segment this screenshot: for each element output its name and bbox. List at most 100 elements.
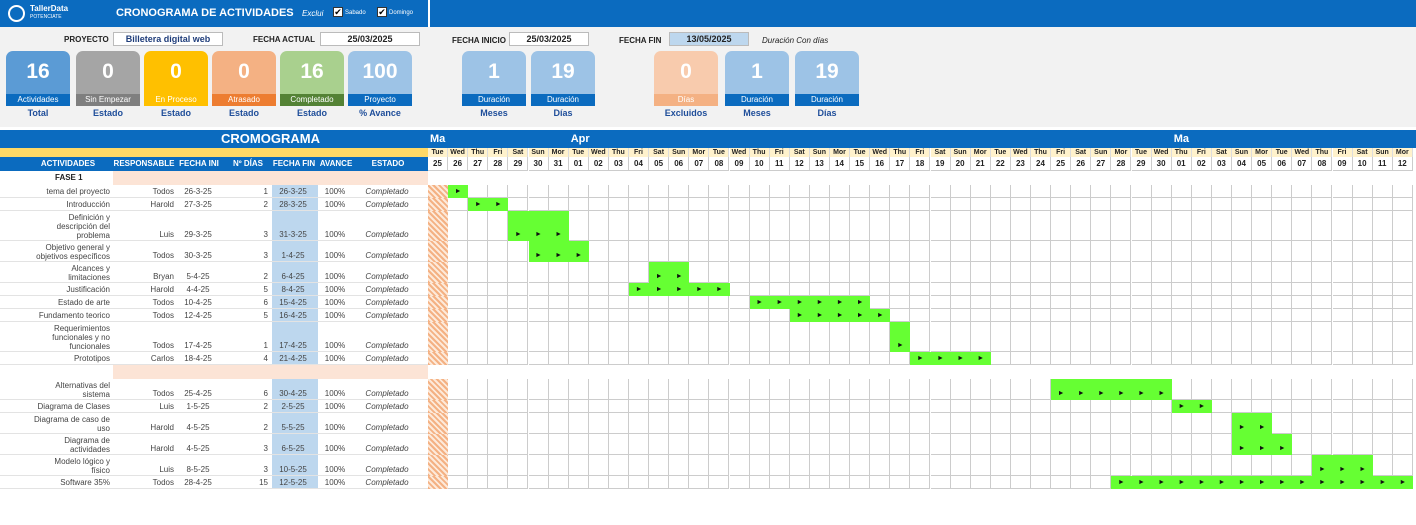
- grid-cell: [1211, 400, 1232, 413]
- stat-label: Proyecto: [348, 94, 412, 106]
- weekday-label: Wed: [588, 148, 609, 157]
- project-name-field[interactable]: Billetera digital web: [113, 32, 223, 46]
- grid-cell: [1071, 185, 1092, 198]
- task-bar[interactable]: ► ► ► ► ► ►: [1051, 379, 1172, 400]
- grid-cell: [890, 413, 911, 434]
- saturday-checkbox[interactable]: ✔: [333, 7, 343, 17]
- project-info-panel: PROYECTO Billetera digital web FECHA ACT…: [0, 27, 1416, 127]
- task-name: Estado de arte: [57, 298, 110, 307]
- task-bar[interactable]: ► ► ►: [508, 211, 569, 241]
- table-row[interactable]: Requerimientos funcionales y no funcionale…: [0, 322, 428, 352]
- stat-label: En Proceso: [144, 94, 208, 106]
- exclude-label: Exclui: [302, 9, 324, 18]
- task-bar[interactable]: ► ► ► ► ► ► ► ► ► ► ► ► ► ► ►: [1111, 476, 1413, 489]
- task-bar[interactable]: ► ► ► ► ►: [629, 283, 730, 296]
- task-owner: Harold: [150, 285, 174, 294]
- grid-cell: [1232, 198, 1252, 211]
- grid-cell: [1211, 322, 1232, 352]
- table-row[interactable]: Modelo lógico y físico Luis 8-5-25 3 10-5-25 1…: [0, 455, 428, 476]
- table-row[interactable]: Estado de arte Todos 10-4-25 6 15-4-25 100% Co…: [0, 296, 428, 309]
- arrow-icon: ►: [494, 201, 502, 208]
- arrow-icon: ►: [957, 355, 965, 362]
- grid-cell: [1071, 455, 1092, 476]
- weekday-label: Fri: [488, 148, 509, 157]
- grid-cell: [729, 352, 750, 365]
- task-bar[interactable]: ► ►: [649, 262, 690, 283]
- table-row[interactable]: Justificación Harold 4-4-25 5 8-4-25 100% Comp…: [0, 283, 428, 296]
- grid-cell: [528, 296, 549, 309]
- table-row[interactable]: tema del proyecto Todos 26-3-25 1 26-3-25 100…: [0, 185, 428, 198]
- grid-cell: [1071, 322, 1092, 352]
- task-start: 8-5-25: [186, 465, 210, 474]
- grid-cell: [809, 185, 830, 198]
- grid-cell: [629, 262, 649, 283]
- grid-cell: [448, 211, 469, 241]
- task-bar[interactable]: ► ►: [1171, 400, 1212, 413]
- table-row[interactable]: Diagrama de actividades Harold 4-5-25 3 6-5-2…: [0, 434, 428, 455]
- table-row[interactable]: Prototipos Carlos 18-4-25 4 21-4-25 100% Compl…: [0, 352, 428, 365]
- grid-cell: [789, 322, 810, 352]
- task-bar[interactable]: ► ► ► ►: [910, 352, 991, 365]
- current-date-field[interactable]: 25/03/2025: [320, 32, 420, 46]
- grid-cell: [930, 309, 951, 322]
- grid-cell: [769, 198, 790, 211]
- task-start: 4-5-25: [186, 423, 210, 432]
- grid-cell: [809, 262, 830, 283]
- grid-cell: [649, 400, 670, 413]
- table-row[interactable]: Definición y descripción del problema Luis 2…: [0, 211, 428, 241]
- task-bar[interactable]: ► ► ► ► ►: [789, 309, 891, 322]
- grid-cell: [1211, 241, 1232, 262]
- table-row[interactable]: Introducción Harold 27-3-25 2 28-3-25 100% Com…: [0, 198, 428, 211]
- grid-cell: [1292, 434, 1313, 455]
- table-row[interactable]: Fundamento teorico Todos 12-4-25 5 16-4-25 10…: [0, 309, 428, 322]
- grid-cell: [508, 185, 529, 198]
- grid-cell: [1332, 296, 1353, 309]
- grid-cell: [809, 322, 830, 352]
- title-bar: TallerData POTENCIATE CRONOGRAMA DE ACTIV…: [0, 0, 1416, 27]
- grid-cell: [1211, 455, 1232, 476]
- grid-cell: [1031, 241, 1051, 262]
- table-row[interactable]: Alternativas del sistema Todos 25-4-25 6 30-4…: [0, 379, 428, 400]
- table-row[interactable]: Software 35% Todos 28-4-25 15 12-5-25 100% Com…: [0, 476, 428, 489]
- grid-cell: [1131, 296, 1152, 309]
- grid-cell: [588, 283, 609, 296]
- sunday-checkbox[interactable]: ✔: [377, 7, 387, 17]
- grid-cell: [950, 296, 971, 309]
- grid-cell: [1352, 211, 1373, 241]
- grid-cell: [749, 283, 770, 296]
- task-bar[interactable]: ► ► ►: [1232, 434, 1293, 455]
- weekday-label: Wed: [448, 148, 469, 157]
- grid-cell: [890, 185, 911, 198]
- weekday-label: Tue: [428, 148, 448, 157]
- task-end: 12-5-25: [279, 478, 307, 487]
- grid-cell: [568, 476, 589, 489]
- grid-cell: [1191, 352, 1212, 365]
- grid-cell: [488, 413, 509, 434]
- weekday-label: Mor: [1252, 148, 1273, 157]
- task-bar[interactable]: ► ►: [468, 198, 509, 211]
- task-bar[interactable]: ► ► ►: [1312, 455, 1373, 476]
- today-marker: [428, 283, 448, 296]
- gantt-section-title: CROMOGRAMA: [113, 130, 428, 148]
- table-row[interactable]: Objetivo general y objetivos específicos T…: [0, 241, 428, 262]
- grid-cell: [990, 379, 1011, 400]
- grid-cell: [990, 211, 1011, 241]
- grid-cell: [448, 476, 469, 489]
- grid-cell: [508, 283, 529, 296]
- grid-cell: [1292, 455, 1313, 476]
- table-row[interactable]: Diagrama de Clases Luis 1-5-25 2 2-5-25 100% C…: [0, 400, 428, 413]
- task-bar[interactable]: ► ► ► ► ► ►: [749, 296, 871, 309]
- end-date-field[interactable]: 13/05/2025: [669, 32, 749, 46]
- task-bar[interactable]: ►: [890, 322, 911, 352]
- start-date-field[interactable]: 25/03/2025: [509, 32, 589, 46]
- arrow-icon: ►: [1298, 479, 1306, 486]
- table-row[interactable]: Diagrama de caso de uso Harold 4-5-25 2 5-5-2…: [0, 413, 428, 434]
- weekday-label: Wed: [870, 148, 891, 157]
- task-bar[interactable]: ►: [448, 185, 469, 198]
- table-row[interactable]: Alcances y limitaciones Bryan 5-4-25 2 6-4-25…: [0, 262, 428, 283]
- task-bar[interactable]: ► ►: [1232, 413, 1273, 434]
- task-end: 8-4-25: [281, 285, 305, 294]
- weekday-label: Thu: [1171, 148, 1192, 157]
- grid-cell: [568, 283, 589, 296]
- task-bar[interactable]: ► ► ►: [528, 241, 589, 262]
